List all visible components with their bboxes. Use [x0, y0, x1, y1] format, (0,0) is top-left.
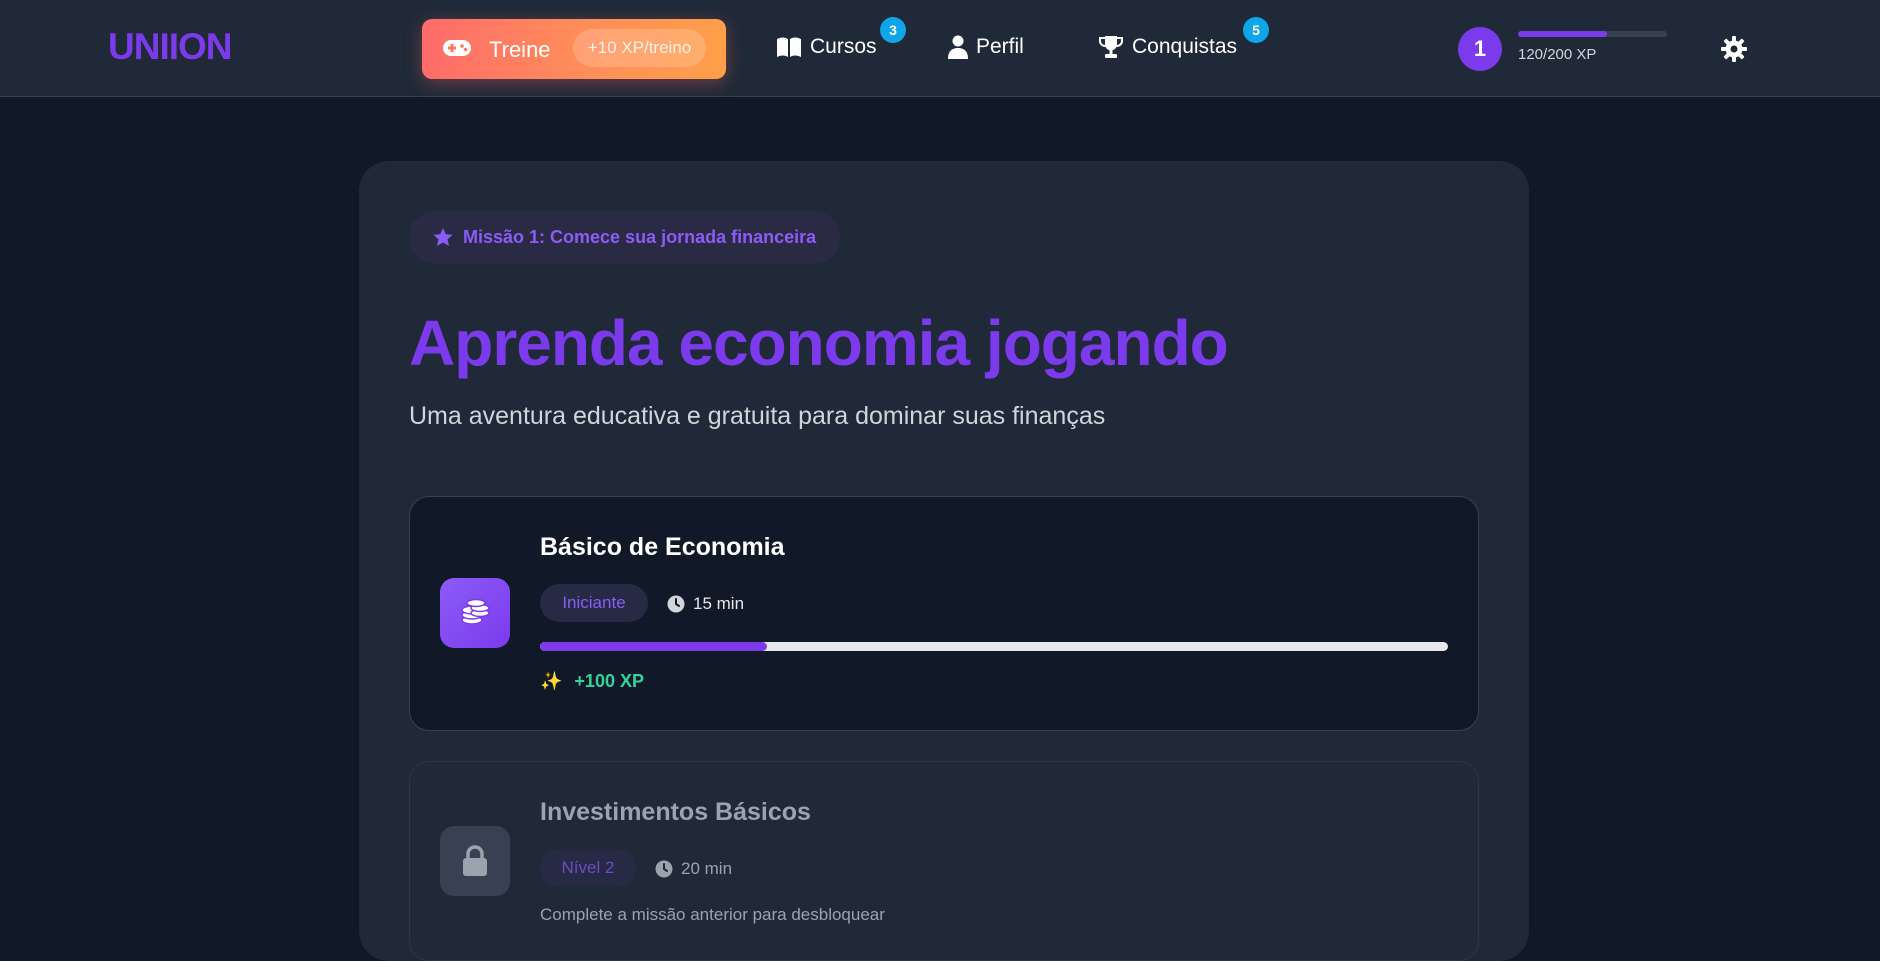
course-progress-bar [540, 642, 1448, 651]
lock-icon [463, 845, 487, 876]
train-button[interactable]: Treine +10 XP/treino [422, 19, 726, 79]
course-duration-label: 20 min [681, 859, 733, 878]
star-icon [433, 228, 453, 246]
page-subtitle: Uma aventura educativa e gratuita para d… [409, 402, 1106, 430]
nav-label-conquistas: Conquistas [1132, 35, 1238, 58]
course-duration: 20 min [655, 859, 732, 879]
page-title: Aprenda economia jogando [409, 307, 1229, 379]
course-reward-label: +100 XP [574, 671, 644, 691]
user-level-avatar[interactable]: 1 [1458, 27, 1502, 71]
xp-text: 120/200 XP [1518, 46, 1597, 63]
xp-progress-bar [1518, 31, 1667, 37]
user-icon [948, 35, 968, 59]
train-button-label: Treine [489, 37, 551, 62]
course-level-chip: Iniciante [540, 584, 648, 622]
top-navbar: UNIION Treine +10 XP/treino Cursos 3 Per… [0, 0, 1880, 97]
book-icon [777, 37, 801, 57]
locked-message: Complete a missão anterior para desbloqu… [540, 905, 885, 924]
nav-item-perfil[interactable]: Perfil [948, 35, 1024, 59]
nav-item-cursos[interactable]: Cursos [776, 35, 877, 59]
mission-pill: Missão 1: Comece sua jornada financeira [409, 211, 840, 264]
nav-label-perfil: Perfil [976, 35, 1024, 58]
conquistas-count-badge: 5 [1243, 17, 1269, 43]
course-reward: ✨ +100 XP [540, 671, 644, 692]
mission-label: Missão 1: Comece sua jornada financeira [463, 227, 817, 247]
gear-icon[interactable] [1720, 35, 1748, 63]
xp-progress-fill [1518, 31, 1608, 37]
course-card-investimentos-basicos: Investimentos Básicos Nível 2 20 min Com… [409, 761, 1479, 961]
course-level-chip: Nível 2 [540, 849, 636, 887]
app-logo[interactable]: UNIION [108, 26, 232, 68]
course-card-basico-economia[interactable]: Básico de Economia Iniciante 15 min ✨ +1… [409, 496, 1479, 731]
trophy-icon [1099, 36, 1123, 58]
nav-item-conquistas[interactable]: Conquistas [1098, 35, 1237, 59]
cursos-count-badge: 3 [880, 17, 906, 43]
course-title: Investimentos Básicos [540, 798, 811, 826]
course-duration: 15 min [667, 594, 744, 614]
train-xp-chip: +10 XP/treino [573, 29, 706, 67]
course-duration-label: 15 min [693, 594, 745, 613]
course-progress-fill [540, 642, 767, 651]
coins-icon [461, 598, 490, 625]
sparkles-icon: ✨ [540, 671, 563, 691]
nav-label-cursos: Cursos [810, 35, 877, 58]
course-title: Básico de Economia [540, 533, 785, 561]
gamepad-icon [443, 40, 471, 56]
hero-card: Missão 1: Comece sua jornada financeira … [359, 161, 1529, 961]
clock-icon [667, 595, 685, 613]
course-icon-container [440, 578, 510, 648]
course-icon-container [440, 826, 510, 896]
clock-icon [655, 860, 673, 878]
